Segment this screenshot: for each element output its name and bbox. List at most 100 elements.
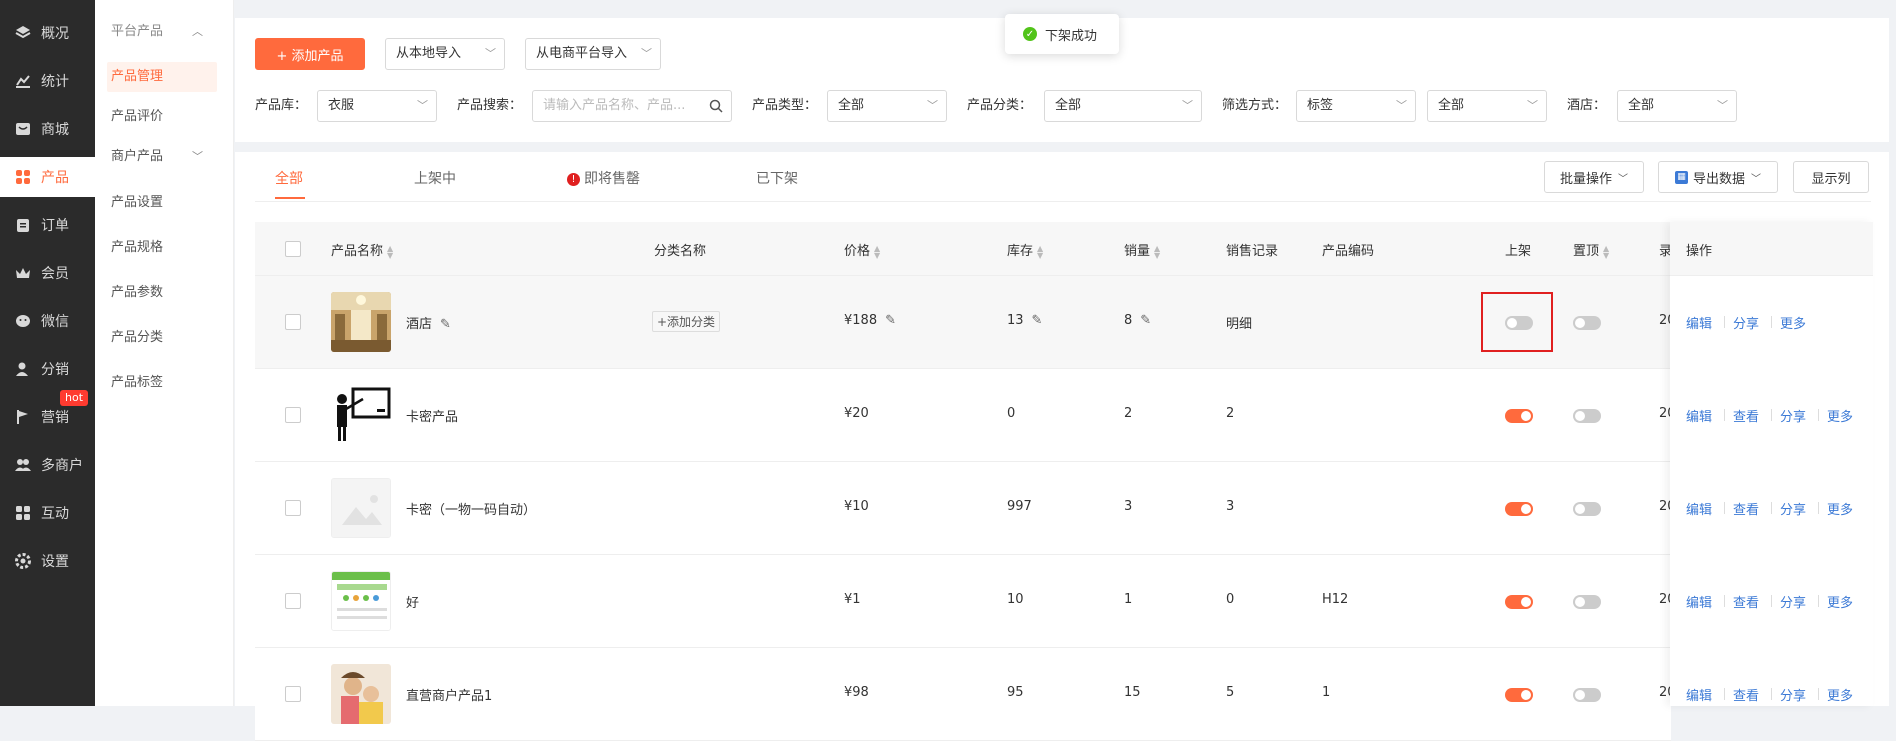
listed-toggle[interactable] — [1505, 409, 1533, 423]
add-category-button[interactable]: +添加分类 — [652, 311, 721, 332]
edit-pencil-icon[interactable]: ✎ — [1032, 313, 1043, 328]
th-price[interactable]: 价格 ▲ ▼ — [844, 240, 880, 259]
edit-link[interactable]: 编辑 — [1686, 685, 1712, 704]
type-select[interactable]: 全部 ﹀ — [827, 90, 947, 122]
nav-item-interaction[interactable]: 互动 — [0, 493, 95, 533]
created-cell: 20 — [1659, 406, 1670, 421]
th-pin[interactable]: 置顶 ▲ ▼ — [1573, 240, 1609, 259]
dropdown-label: 从电商平台导入 — [536, 46, 628, 61]
show-columns-button[interactable]: 显示列 — [1793, 161, 1869, 193]
row-checkbox[interactable] — [285, 593, 301, 609]
tab-all[interactable]: 全部 — [275, 168, 303, 188]
nav-item-settings[interactable]: 设置 — [0, 541, 95, 581]
edit-pencil-icon[interactable]: ✎ — [1140, 313, 1151, 328]
nav-item-members[interactable]: 会员 — [0, 253, 95, 293]
nav-item-overview[interactable]: 概况 — [0, 13, 95, 53]
import-ecom-dropdown[interactable]: 从电商平台导入 ﹀ — [525, 38, 661, 70]
header-label: 销量 — [1124, 244, 1151, 259]
hot-badge: hot — [60, 390, 89, 406]
more-link[interactable]: 更多 — [1780, 313, 1806, 332]
subnav-item-product-spec[interactable]: 产品规格 — [107, 233, 217, 263]
subnav-item-product-tags[interactable]: 产品标签 — [107, 368, 217, 398]
row-checkbox[interactable] — [285, 314, 301, 330]
view-link[interactable]: 查看 — [1733, 406, 1759, 425]
listed-toggle[interactable] — [1505, 502, 1533, 516]
nav-item-distribution[interactable]: 分销 — [0, 349, 95, 389]
add-product-button[interactable]: + 添加产品 — [255, 38, 365, 70]
subnav-item-product-settings[interactable]: 产品设置 — [107, 188, 217, 218]
more-link[interactable]: 更多 — [1827, 406, 1853, 425]
chevron-down-icon: ﹀ — [641, 47, 652, 60]
pin-toggle[interactable] — [1573, 502, 1601, 516]
batch-actions-dropdown[interactable]: 批量操作 ﹀ — [1544, 161, 1644, 193]
pin-toggle[interactable] — [1573, 409, 1601, 423]
search-icon[interactable] — [709, 91, 723, 121]
share-link[interactable]: 分享 — [1780, 592, 1806, 611]
view-link[interactable]: 查看 — [1733, 685, 1759, 704]
more-link[interactable]: 更多 — [1827, 592, 1853, 611]
view-link[interactable]: 查看 — [1733, 592, 1759, 611]
nav-item-orders[interactable]: 订单 — [0, 205, 95, 245]
th-stock[interactable]: 库存 ▲ ▼ — [1007, 240, 1043, 259]
price-cell: ¥98 — [844, 685, 869, 700]
sort-icon[interactable]: ▲ ▼ — [874, 244, 880, 259]
pin-toggle[interactable] — [1573, 595, 1601, 609]
tab-listed[interactable]: 上架中 — [414, 168, 456, 188]
subnav-group-platform[interactable]: 平台产品 ︿ — [107, 17, 217, 47]
sales-record-link[interactable]: 明细 — [1226, 313, 1252, 332]
view-link[interactable]: 查看 — [1733, 499, 1759, 518]
search-label: 产品搜索： — [457, 98, 523, 113]
filter-value-select[interactable]: 全部 ﹀ — [1427, 90, 1547, 122]
subnav-item-product-params[interactable]: 产品参数 — [107, 278, 217, 308]
pin-toggle[interactable] — [1573, 688, 1601, 702]
search-input[interactable]: 请输入产品名称、产品... — [532, 90, 732, 122]
category-select[interactable]: 全部 ﹀ — [1044, 90, 1202, 122]
more-link[interactable]: 更多 — [1827, 685, 1853, 704]
edit-link[interactable]: 编辑 — [1686, 313, 1712, 332]
subnav-item-product-manage[interactable]: 产品管理 — [107, 62, 217, 92]
sort-icon[interactable]: ▲ ▼ — [1154, 244, 1160, 259]
edit-link[interactable]: 编辑 — [1686, 499, 1712, 518]
select-all-checkbox[interactable] — [285, 241, 301, 257]
subnav-group-merchant[interactable]: 商户产品 ﹀ — [107, 142, 217, 172]
nav-label: 互动 — [41, 506, 69, 522]
share-link[interactable]: 分享 — [1780, 685, 1806, 704]
edit-pencil-icon[interactable]: ✎ — [440, 317, 451, 332]
import-local-dropdown[interactable]: 从本地导入 ﹀ — [385, 38, 505, 70]
tab-delisted[interactable]: 已下架 — [756, 168, 798, 188]
nav-item-stats[interactable]: 统计 — [0, 61, 95, 101]
subnav-item-product-review[interactable]: 产品评价 — [107, 102, 217, 132]
nav-item-products[interactable]: 产品 — [0, 157, 100, 197]
nav-item-wechat[interactable]: 微信 — [0, 301, 95, 341]
sort-icon[interactable]: ▲ ▼ — [387, 244, 393, 259]
nav-item-multi-merchant[interactable]: 多商户 — [0, 445, 95, 485]
share-link[interactable]: 分享 — [1780, 406, 1806, 425]
listed-toggle[interactable] — [1505, 688, 1533, 702]
more-link[interactable]: 更多 — [1827, 499, 1853, 518]
nav-item-store[interactable]: 商城 — [0, 109, 95, 149]
code-cell: 1 — [1322, 685, 1331, 700]
th-name[interactable]: 产品名称 ▲ ▼ — [331, 240, 393, 259]
row-checkbox[interactable] — [285, 407, 301, 423]
row-checkbox[interactable] — [285, 686, 301, 702]
sort-icon[interactable]: ▲ ▼ — [1603, 244, 1609, 259]
divider — [1771, 409, 1772, 421]
row-checkbox[interactable] — [285, 500, 301, 516]
th-sales[interactable]: 销量 ▲ ▼ — [1124, 240, 1160, 259]
pin-toggle[interactable] — [1573, 316, 1601, 330]
subnav-item-product-category[interactable]: 产品分类 — [107, 323, 217, 353]
listed-toggle[interactable] — [1505, 595, 1533, 609]
chevron-down-icon: ﹀ — [1396, 99, 1407, 112]
edit-link[interactable]: 编辑 — [1686, 406, 1712, 425]
price-cell: ¥10 — [844, 499, 869, 514]
library-select[interactable]: 衣服 ﹀ — [317, 90, 437, 122]
edit-link[interactable]: 编辑 — [1686, 592, 1712, 611]
share-link[interactable]: 分享 — [1780, 499, 1806, 518]
export-data-dropdown[interactable]: ▦ 导出数据 ﹀ — [1658, 161, 1778, 193]
sort-icon[interactable]: ▲ ▼ — [1037, 244, 1043, 259]
edit-pencil-icon[interactable]: ✎ — [885, 313, 896, 328]
tab-low-stock[interactable]: ! 即将售罄 — [567, 168, 640, 188]
hotel-select[interactable]: 全部 ﹀ — [1617, 90, 1737, 122]
filter-mode-select[interactable]: 标签 ﹀ — [1296, 90, 1416, 122]
share-link[interactable]: 分享 — [1733, 313, 1759, 332]
